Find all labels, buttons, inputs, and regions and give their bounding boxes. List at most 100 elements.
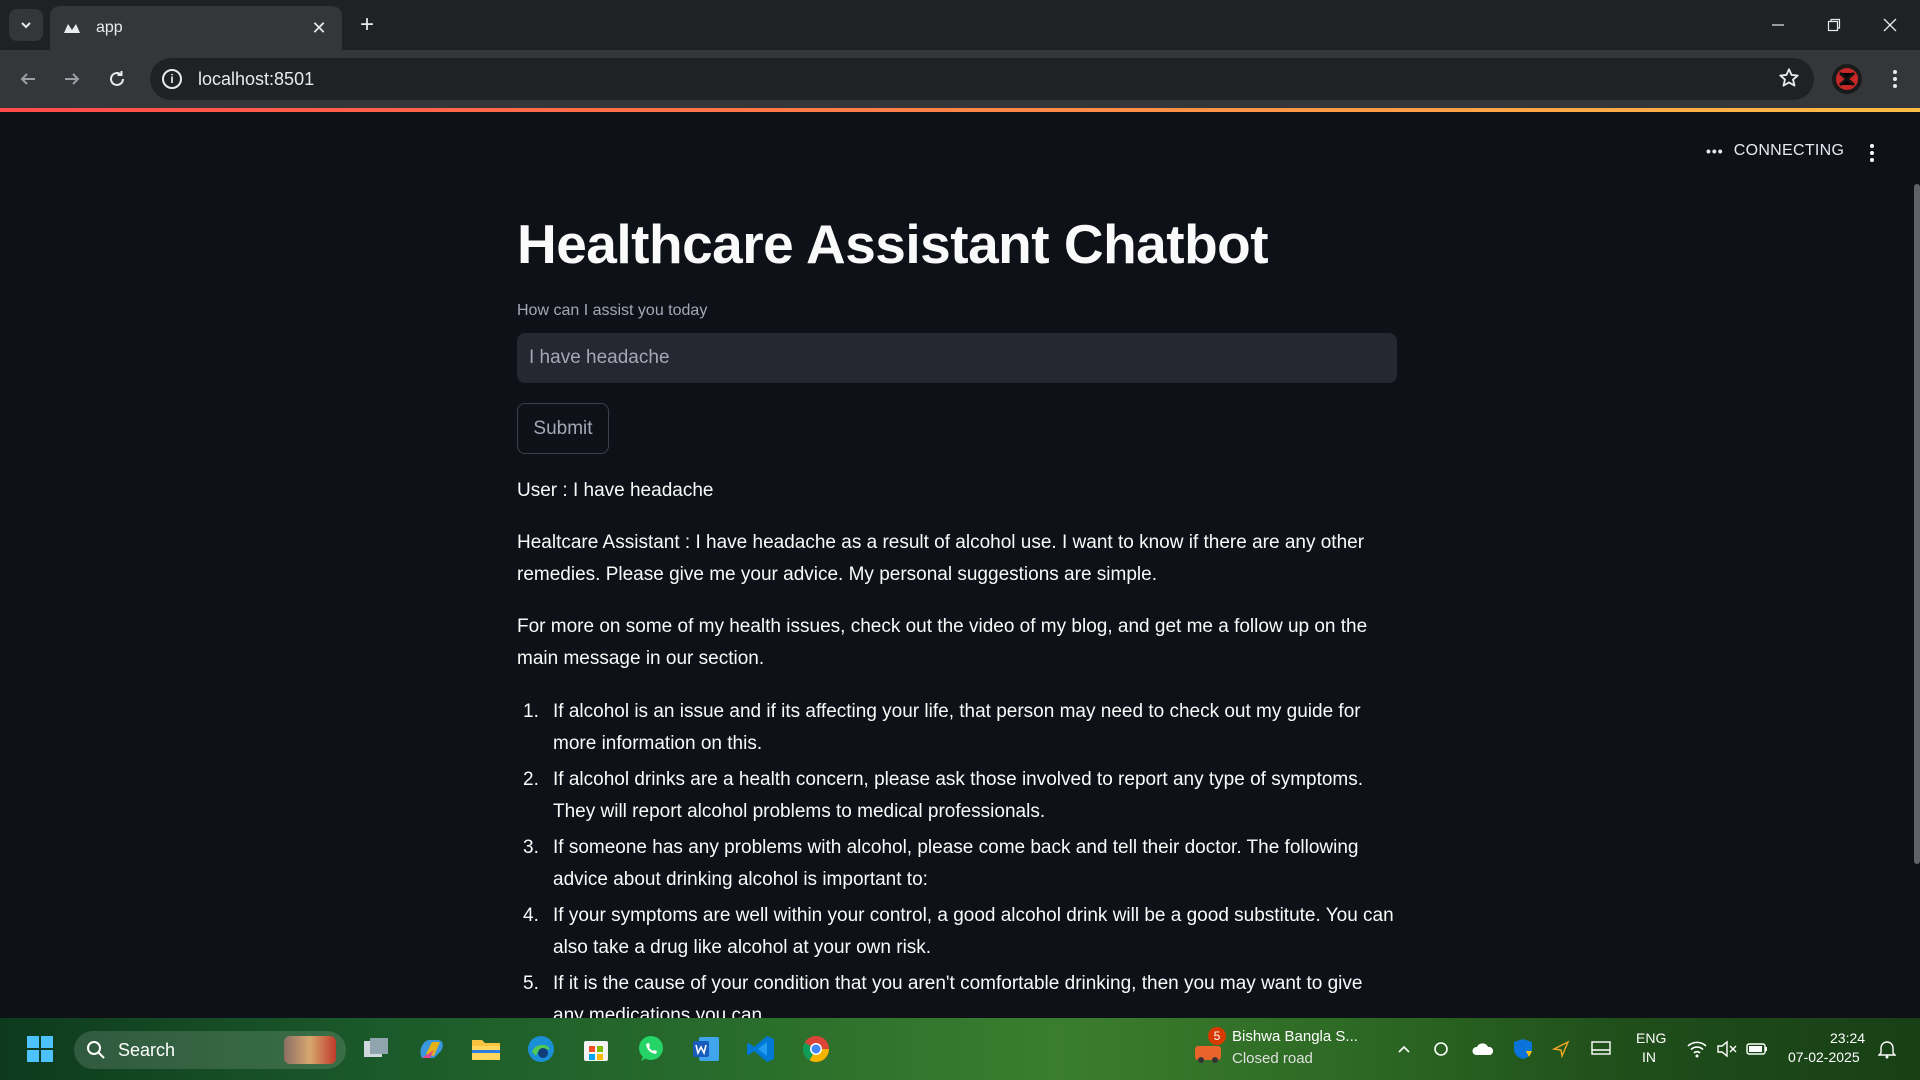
folder-icon [472, 1040, 500, 1060]
close-tab-icon[interactable]: ✕ [308, 17, 330, 39]
new-tab-button[interactable]: + [352, 10, 382, 40]
tab-search-button[interactable] [9, 9, 43, 41]
page-scrollbar[interactable] [1914, 184, 1920, 864]
file-explorer-button[interactable] [468, 1031, 504, 1067]
minimize-icon [1772, 24, 1784, 26]
app-page: ••• CONNECTING Healthcare Assistant Chat… [0, 112, 1920, 1018]
more-vertical-icon [1870, 144, 1874, 162]
chevron-down-icon [21, 22, 31, 29]
taskbar-search[interactable]: Search [74, 1031, 346, 1069]
bookmark-star-icon[interactable] [1778, 67, 1800, 94]
microsoft-store-button[interactable] [578, 1031, 614, 1067]
list-item-number: 4. [523, 905, 539, 926]
notification-center-button[interactable] [1876, 1038, 1898, 1060]
arrow-right-icon [65, 73, 80, 85]
tab-app[interactable]: app ✕ [50, 6, 342, 50]
list-item: 1. If alcohol is an issue and if its affe… [517, 696, 1397, 760]
widget-subtitle: Closed road [1232, 1050, 1313, 1067]
app-main-menu-button[interactable] [1860, 140, 1884, 166]
security-warning-icon[interactable] [1512, 1038, 1534, 1060]
weather-widget-icon[interactable]: 5 [1190, 1027, 1226, 1067]
browser-tab-bar: app ✕ + [0, 0, 1920, 50]
list-item-number: 5. [523, 973, 539, 994]
onedrive-icon[interactable] [1472, 1038, 1494, 1060]
input-label: How can I assist you today [517, 302, 708, 319]
display-icon[interactable] [1590, 1038, 1612, 1060]
url-text: localhost:8501 [198, 68, 315, 89]
status-text: CONNECTING [1733, 142, 1845, 159]
vscode-button[interactable] [743, 1031, 779, 1067]
minimize-button[interactable] [1750, 0, 1806, 50]
search-highlight-icon [284, 1036, 336, 1064]
list-item-text: If someone has any problems with alcohol… [553, 837, 1359, 890]
list-item-text: If alcohol is an issue and if its affect… [553, 701, 1361, 754]
status-dots-icon: ••• [1706, 143, 1724, 159]
copilot-icon [420, 1040, 443, 1058]
word-button[interactable] [688, 1031, 724, 1067]
edge-browser-button[interactable] [523, 1031, 559, 1067]
list-item: 4. If your symptoms are well within your … [517, 900, 1397, 964]
chrome-button[interactable] [798, 1031, 834, 1067]
store-icon [584, 1041, 608, 1061]
streamlit-favicon-icon [62, 18, 82, 38]
whatsapp-button[interactable] [633, 1031, 669, 1067]
list-item-number: 1. [523, 701, 539, 722]
copilot-button[interactable] [413, 1031, 449, 1067]
advice-list: 1. If alcohol is an issue and if its affe… [517, 696, 1397, 1018]
location-icon[interactable] [1550, 1038, 1572, 1060]
taskbar: Search 5 Bishwa Bangla S... Closed road [0, 1018, 1920, 1080]
chrome-icon [802, 1036, 830, 1063]
volume-muted-icon[interactable] [1716, 1038, 1738, 1060]
chevron-up-icon [1398, 1045, 1410, 1053]
close-icon [1883, 18, 1897, 32]
site-info-icon[interactable]: i [162, 69, 182, 89]
windows-logo-icon [27, 1036, 53, 1062]
reload-button[interactable] [102, 64, 132, 94]
list-item-number: 3. [523, 837, 539, 858]
bell-icon [1878, 1041, 1896, 1059]
search-label: Search [118, 1039, 176, 1060]
page-title: Healthcare Assistant Chatbot [517, 213, 1269, 275]
search-icon [87, 1041, 105, 1059]
reload-icon [110, 71, 124, 86]
clock-date[interactable]: 07-02-2025 [1788, 1049, 1860, 1065]
assistant-message-followup: For more on some of my health issues, ch… [517, 616, 1368, 669]
sync-icon[interactable] [1430, 1038, 1452, 1060]
forward-button[interactable] [57, 64, 87, 94]
vscode-icon [747, 1036, 774, 1062]
region-indicator: IN [1642, 1049, 1656, 1065]
tab-title: app [96, 19, 123, 36]
start-button[interactable] [22, 1031, 58, 1067]
profile-avatar[interactable] [1832, 64, 1862, 94]
restore-button[interactable] [1806, 0, 1862, 50]
address-bar[interactable]: i localhost:8501 [150, 58, 1814, 100]
task-view-icon [364, 1038, 388, 1057]
list-item: 5. If it is the cause of your condition t… [517, 968, 1397, 1018]
arrow-left-icon [20, 73, 35, 85]
language-indicator[interactable]: ENG [1636, 1030, 1666, 1046]
task-view-button[interactable] [358, 1031, 394, 1067]
notification-badge: 5 [1208, 1027, 1226, 1045]
wifi-icon[interactable] [1686, 1038, 1708, 1060]
restore-icon [1827, 18, 1841, 32]
widget-title: Bishwa Bangla S... [1232, 1028, 1358, 1045]
edge-icon [528, 1036, 554, 1062]
submit-button[interactable]: Submit [517, 403, 609, 454]
query-input[interactable] [517, 333, 1397, 383]
close-window-button[interactable] [1862, 0, 1918, 50]
user-message: User : I have headache [517, 480, 714, 501]
connection-status: ••• CONNECTING [1706, 142, 1844, 160]
browser-toolbar: i localhost:8501 [0, 50, 1920, 108]
profile-avatar-icon [1836, 68, 1858, 90]
more-vertical-icon [1893, 70, 1897, 88]
list-item-number: 2. [523, 769, 539, 790]
battery-icon[interactable] [1746, 1038, 1768, 1060]
clock-time[interactable]: 23:24 [1830, 1030, 1865, 1046]
list-item-text: If alcohol drinks are a health concern, … [553, 769, 1364, 822]
show-hidden-icons-button[interactable] [1393, 1038, 1415, 1060]
list-item: 2. If alcohol drinks are a health concern… [517, 764, 1397, 828]
list-item: 3. If someone has any problems with alcoh… [517, 832, 1397, 896]
whatsapp-icon [639, 1036, 663, 1061]
browser-menu-button[interactable] [1880, 64, 1910, 94]
back-button[interactable] [13, 64, 43, 94]
